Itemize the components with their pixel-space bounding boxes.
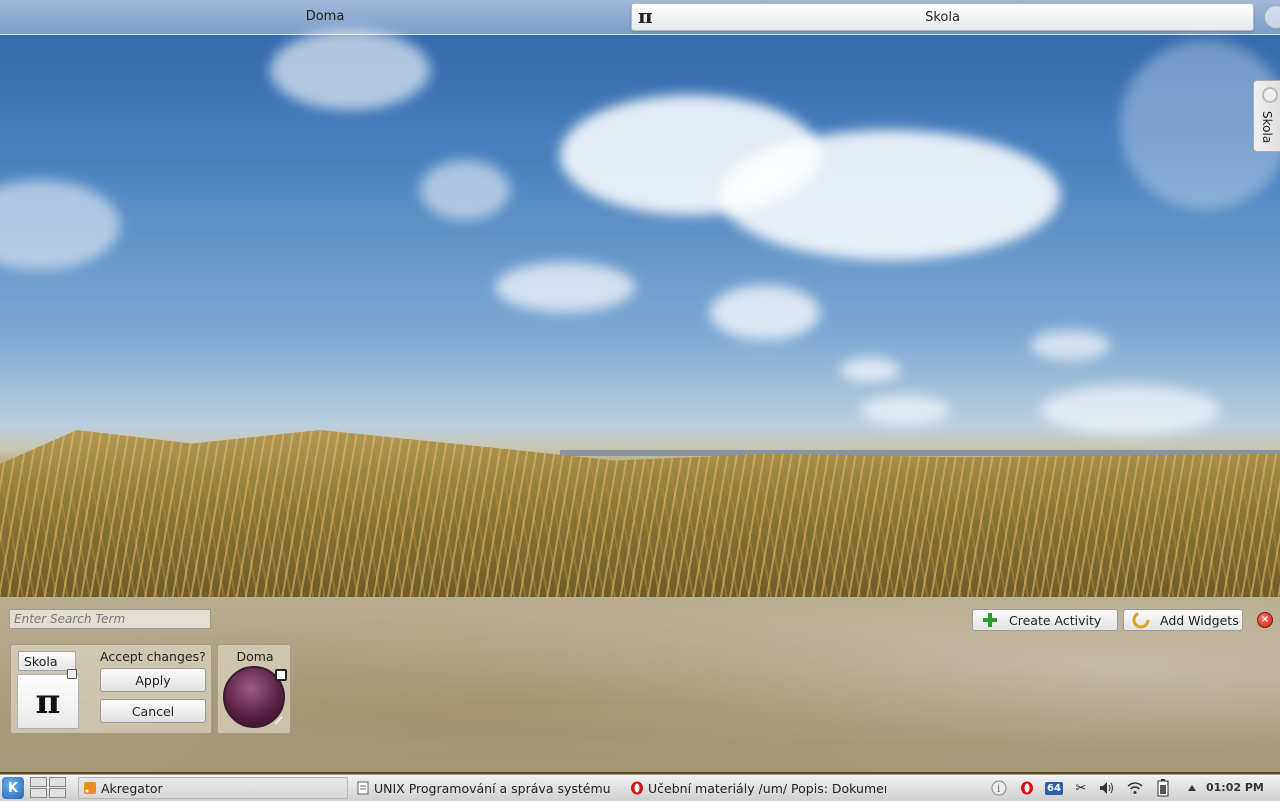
cloud <box>270 30 430 110</box>
pager-desktop-2[interactable] <box>49 777 66 787</box>
info-icon[interactable]: i <box>990 779 1008 797</box>
widgets-icon <box>1130 611 1152 629</box>
stop-activity-icon[interactable] <box>67 669 77 679</box>
battery-icon[interactable] <box>1154 779 1172 797</box>
opera-icon <box>630 781 644 795</box>
activity-tab-doma[interactable]: Doma <box>20 3 630 29</box>
scissors-icon[interactable]: ✂ <box>1072 779 1090 797</box>
task-akregator[interactable]: Akregator <box>78 777 348 799</box>
pager-desktop-3[interactable] <box>30 788 47 798</box>
battery-monitor-icon[interactable]: 64 <box>1044 779 1064 797</box>
activity-manager: Create Activity Add Widgets × Skola π Ac… <box>0 597 1280 772</box>
pager-desktop-1[interactable] <box>30 777 47 787</box>
activity-tab-label: Skola <box>925 9 960 25</box>
cloud <box>1040 385 1220 435</box>
add-widgets-button[interactable]: Add Widgets <box>1123 609 1243 631</box>
task-label: Učební materiály /um/ Popis: Dokumen <box>648 780 886 796</box>
activity-name-field[interactable]: Skola <box>18 651 76 671</box>
task-label: Akregator <box>101 780 163 796</box>
pi-icon[interactable]: π <box>17 674 79 729</box>
task-unix[interactable]: UNIX Programování a správa systému <box>352 777 620 799</box>
activity-icon <box>1262 87 1278 103</box>
task-label: UNIX Programování a správa systému <box>374 780 611 796</box>
activity-card-skola[interactable]: Skola π Accept changes? Apply Cancel <box>10 644 212 734</box>
battery-percent: 64 <box>1045 781 1063 795</box>
cloud <box>0 180 120 270</box>
side-tab-label: Skola <box>1260 111 1274 144</box>
cancel-button[interactable]: Cancel <box>100 699 206 723</box>
plus-icon <box>979 611 1001 629</box>
activity-name-label: Doma <box>236 649 274 664</box>
system-tray: i 64 ✂ 01:02 PM <box>990 777 1280 799</box>
close-icon[interactable]: × <box>1257 612 1273 628</box>
pager-desktop-4[interactable] <box>49 788 66 798</box>
document-icon <box>356 781 370 795</box>
clock[interactable]: 01:02 PM <box>1206 781 1264 794</box>
activity-card-doma[interactable]: Doma <box>217 644 291 734</box>
svg-text:i: i <box>997 784 1000 795</box>
cashew-corner-icon[interactable] <box>1264 5 1280 29</box>
search-input[interactable] <box>9 609 211 629</box>
stop-activity-icon[interactable] <box>275 669 287 681</box>
wifi-icon[interactable] <box>1126 779 1144 797</box>
add-widgets-label: Add Widgets <box>1160 612 1239 628</box>
cloud <box>840 358 900 382</box>
side-activity-tab[interactable]: Skola <box>1253 80 1280 152</box>
tray-expand-icon[interactable] <box>1186 779 1198 797</box>
apply-button[interactable]: Apply <box>100 668 206 692</box>
create-activity-button[interactable]: Create Activity <box>972 609 1118 631</box>
cloud <box>1030 330 1110 360</box>
cloud <box>420 160 510 220</box>
opera-icon[interactable] <box>1018 779 1036 797</box>
create-activity-label: Create Activity <box>1009 612 1102 628</box>
activity-bar: Doma π Skola <box>0 0 1280 35</box>
pi-icon: π <box>638 4 653 28</box>
volume-icon[interactable] <box>1098 779 1116 797</box>
cloud <box>710 285 820 340</box>
cloud <box>860 395 950 425</box>
cloud <box>720 130 1060 260</box>
activity-tab-label: Doma <box>305 8 345 24</box>
accept-changes-label: Accept changes? <box>100 649 206 664</box>
cloud <box>495 262 635 312</box>
kde-menu-icon[interactable]: K <box>2 777 24 799</box>
activity-tab-skola[interactable]: π Skola <box>631 3 1254 31</box>
desktop-pager[interactable] <box>30 777 68 799</box>
rss-feed-icon <box>83 781 97 795</box>
configure-wrench-icon[interactable] <box>274 715 284 725</box>
taskbar: K Akregator UNIX Programování a správa s… <box>0 774 1280 801</box>
task-ucebni[interactable]: Učební materiály /um/ Popis: Dokumen <box>626 777 886 799</box>
